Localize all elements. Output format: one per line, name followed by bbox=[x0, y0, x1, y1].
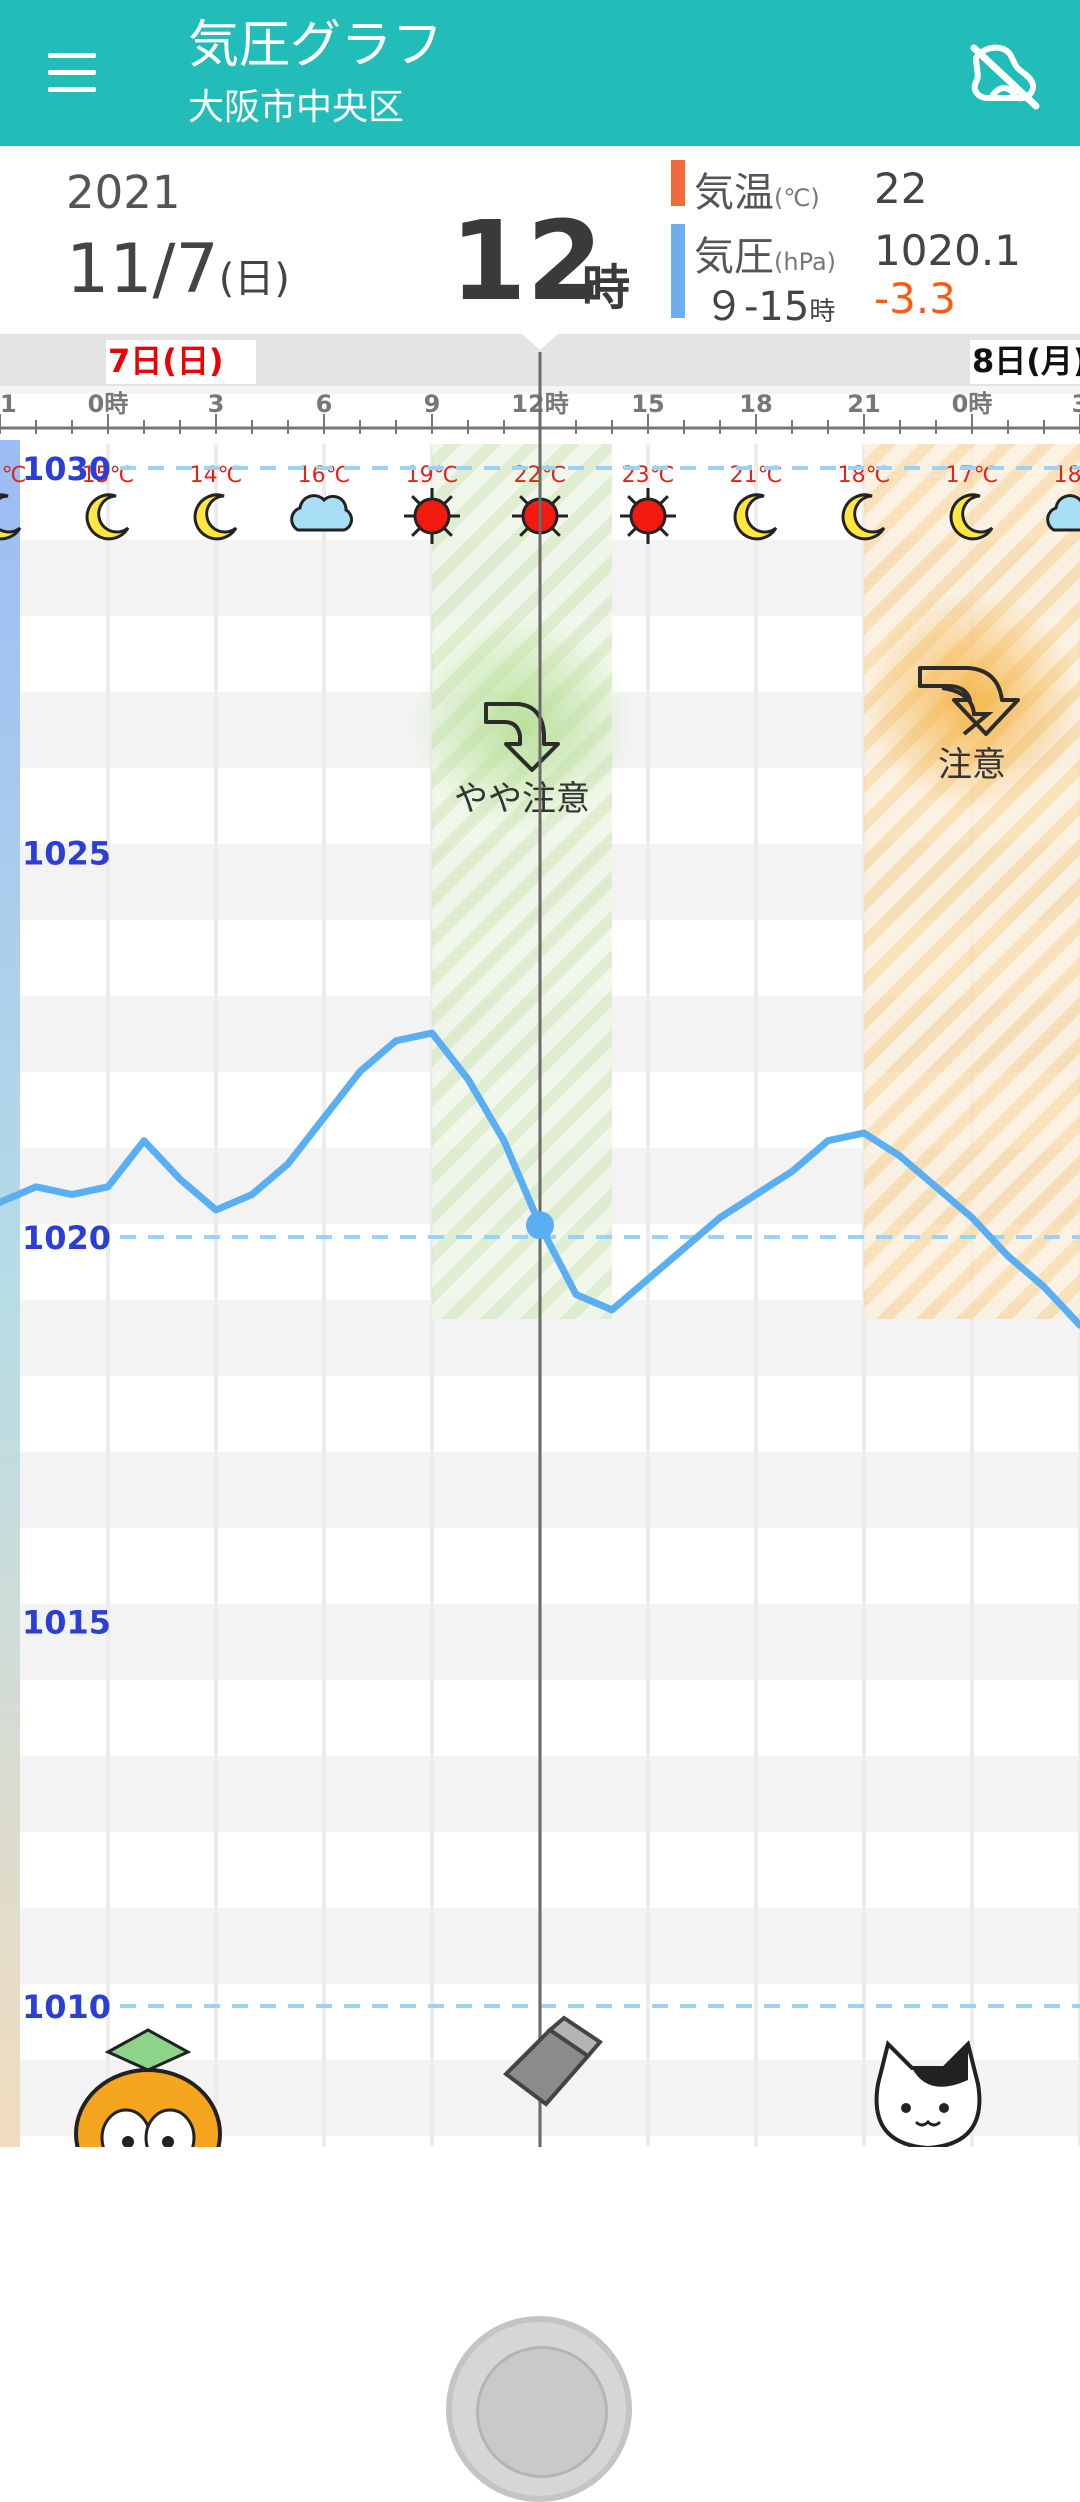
date-value: 11/7 bbox=[66, 230, 219, 309]
time-tick-label: 6 bbox=[316, 390, 333, 418]
pressure-chart[interactable]: 7日(日)8日(月)210時36912時1518210時313℃15℃14℃16… bbox=[0, 334, 1080, 2502]
time-tick-label: 3 bbox=[1072, 390, 1080, 418]
cat-eye bbox=[901, 2103, 911, 2113]
temperature-label: 気温(℃) bbox=[694, 160, 820, 218]
selected-hour: 12 bbox=[450, 197, 604, 325]
day-label: 7日(日) bbox=[108, 342, 224, 380]
date-text: 11/7(日) bbox=[66, 230, 290, 309]
y-axis-label: 1015 bbox=[22, 1604, 111, 1642]
time-tick-label: 15 bbox=[631, 390, 664, 418]
app-title: 気圧グラフ bbox=[188, 16, 444, 75]
temperature-label-text: 気温 bbox=[694, 170, 774, 216]
year-text: 2021 bbox=[66, 166, 181, 219]
hour-unit: 時 bbox=[582, 260, 631, 316]
warning-zone bbox=[864, 444, 1080, 1319]
sun-icon bbox=[404, 488, 460, 544]
warning-label: 注意 bbox=[938, 745, 1006, 785]
warning-label: やや注意 bbox=[454, 779, 590, 819]
grid-column-line bbox=[106, 444, 110, 2147]
change-range-unit: 時 bbox=[809, 297, 836, 327]
time-tick-label: 9 bbox=[424, 390, 441, 418]
change-range-label: ９-15時 bbox=[704, 274, 835, 332]
time-tick-label: 21 bbox=[847, 390, 880, 418]
sun-icon bbox=[620, 488, 676, 544]
pressure-unit: (hPa) bbox=[774, 248, 837, 276]
notification-off-icon[interactable] bbox=[958, 36, 1048, 116]
pressure-change-value: -3.3 bbox=[874, 274, 956, 323]
temperature-value: 22 bbox=[874, 164, 928, 213]
pressure-chart-svg[interactable]: 7日(日)8日(月)210時36912時1518210時313℃15℃14℃16… bbox=[0, 334, 1080, 2147]
grid-column-line bbox=[214, 444, 218, 2147]
time-tick-label: 3 bbox=[208, 390, 225, 418]
time-tick-label: 18 bbox=[739, 390, 772, 418]
change-range-text: ９-15 bbox=[704, 284, 810, 330]
cloud-icon bbox=[290, 494, 353, 532]
temperature-unit: (℃) bbox=[774, 184, 820, 212]
temperature-color-bar bbox=[671, 160, 685, 206]
pressure-value: 1020.1 bbox=[874, 226, 1021, 275]
time-tick-label: 0時 bbox=[952, 390, 993, 418]
current-value-dot bbox=[526, 1211, 554, 1240]
time-tick-label: 0時 bbox=[88, 390, 129, 418]
grid-column-line bbox=[646, 444, 650, 2147]
hamburger-menu-icon[interactable] bbox=[36, 40, 108, 106]
grid-column-line bbox=[322, 444, 326, 2147]
grid-column-line bbox=[754, 444, 758, 2147]
location-name[interactable]: 大阪市中央区 bbox=[188, 86, 404, 130]
pressure-color-bar bbox=[671, 224, 685, 318]
y-axis-label: 1025 bbox=[22, 835, 111, 873]
left-gradient-bar bbox=[0, 440, 20, 2147]
info-header: 2021 11/7(日) 12 時 気温(℃) 22 気圧(hPa) 1020.… bbox=[0, 146, 1080, 334]
cat-eye bbox=[939, 2103, 949, 2113]
day-label: 8日(月) bbox=[972, 342, 1080, 380]
y-axis-label: 1030 bbox=[22, 450, 111, 488]
y-axis-label: 1020 bbox=[22, 1219, 111, 1257]
scrub-handle-button[interactable] bbox=[446, 2316, 632, 2502]
time-tick-label: 21 bbox=[0, 390, 17, 418]
scrub-handle-knob bbox=[476, 2346, 608, 2478]
y-axis-label: 1010 bbox=[22, 1988, 111, 2026]
app-bar: 気圧グラフ 大阪市中央区 bbox=[0, 0, 1080, 146]
day-of-week: (日) bbox=[218, 256, 290, 302]
